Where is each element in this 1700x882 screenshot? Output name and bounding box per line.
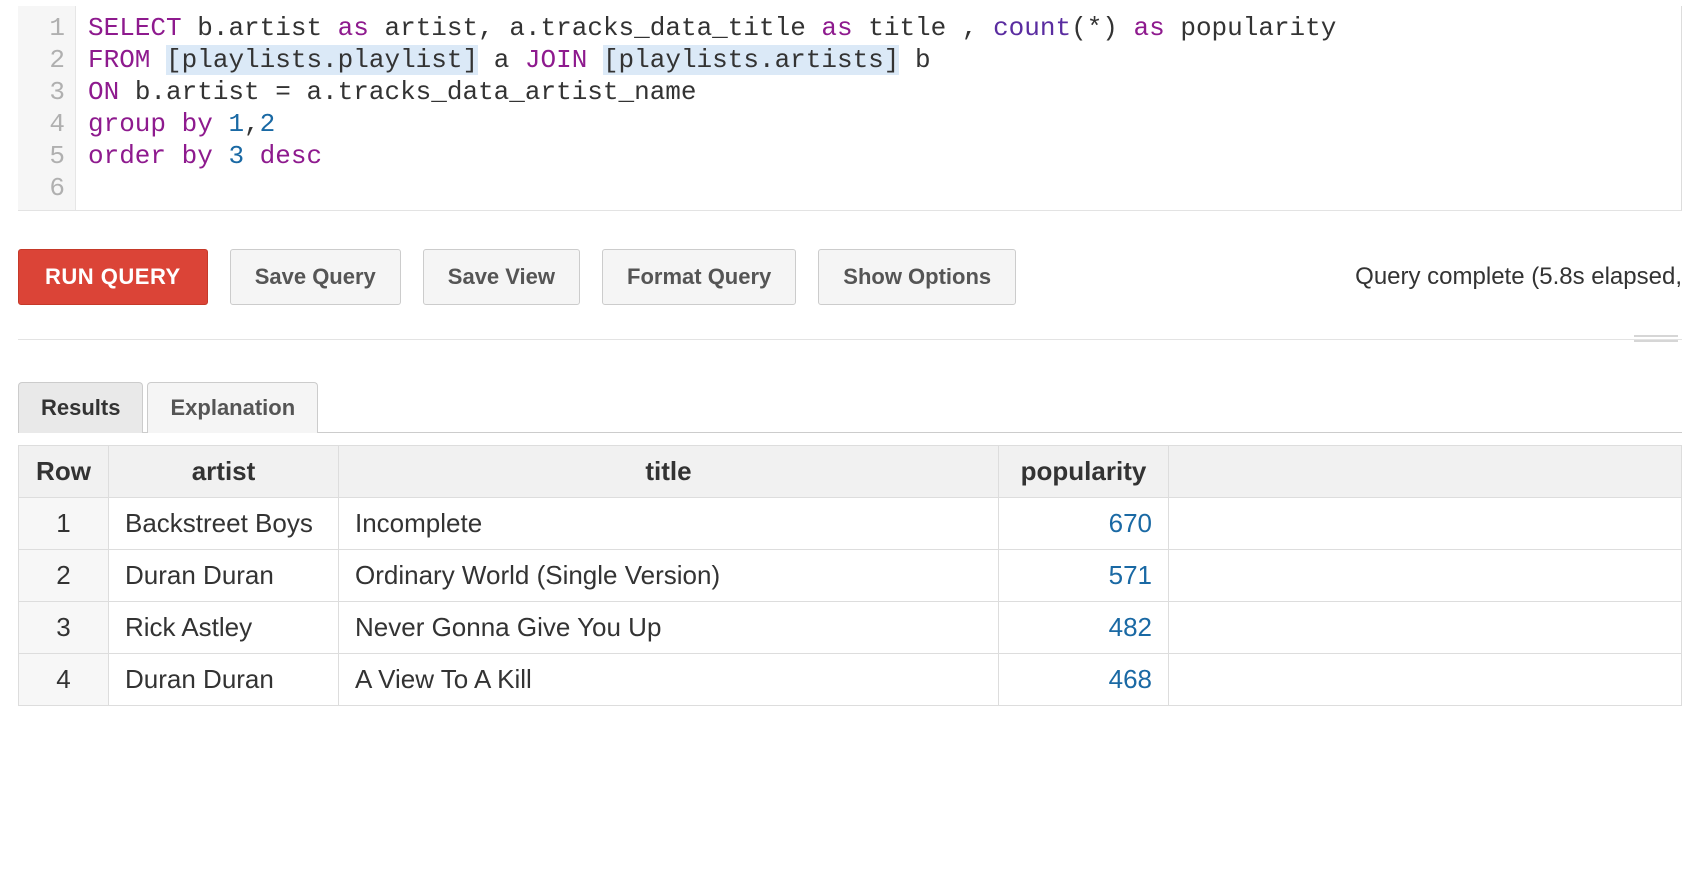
- code-line[interactable]: group by 1,2: [88, 108, 1336, 140]
- run-query-button[interactable]: RUN QUERY: [18, 249, 208, 305]
- cell-blank: [1169, 498, 1682, 550]
- cell-title: Incomplete: [339, 498, 999, 550]
- line-gutter: 123456: [18, 6, 76, 210]
- show-options-button[interactable]: Show Options: [818, 249, 1016, 305]
- table-row: 3 Rick Astley Never Gonna Give You Up 48…: [19, 602, 1682, 654]
- col-row: Row: [19, 446, 109, 498]
- cell-popularity: 571: [999, 550, 1169, 602]
- line-number: 6: [32, 172, 65, 204]
- line-number: 1: [32, 12, 65, 44]
- code-line[interactable]: SELECT b.artist as artist, a.tracks_data…: [88, 12, 1336, 44]
- save-view-button[interactable]: Save View: [423, 249, 580, 305]
- query-status-text: Query complete (5.8s elapsed,: [1355, 263, 1682, 291]
- cell-blank: [1169, 550, 1682, 602]
- line-number: 4: [32, 108, 65, 140]
- save-query-button[interactable]: Save Query: [230, 249, 401, 305]
- cell-title: Never Gonna Give You Up: [339, 602, 999, 654]
- cell-artist: Rick Astley: [109, 602, 339, 654]
- line-number: 2: [32, 44, 65, 76]
- col-title: title: [339, 446, 999, 498]
- table-header-row: Row artist title popularity: [19, 446, 1682, 498]
- cell-title: A View To A Kill: [339, 654, 999, 706]
- tab-explanation[interactable]: Explanation: [147, 382, 318, 433]
- cell-title: Ordinary World (Single Version): [339, 550, 999, 602]
- col-popularity: popularity: [999, 446, 1169, 498]
- line-number: 3: [32, 76, 65, 108]
- cell-blank: [1169, 654, 1682, 706]
- code-line[interactable]: order by 3 desc: [88, 140, 1336, 172]
- results-table: Row artist title popularity 1 Backstreet…: [18, 445, 1682, 706]
- resize-handle-icon[interactable]: [1634, 335, 1678, 345]
- col-artist: artist: [109, 446, 339, 498]
- cell-row: 1: [19, 498, 109, 550]
- code-line[interactable]: ON b.artist = a.tracks_data_artist_name: [88, 76, 1336, 108]
- table-row: 4 Duran Duran A View To A Kill 468: [19, 654, 1682, 706]
- cell-artist: Duran Duran: [109, 654, 339, 706]
- cell-row: 4: [19, 654, 109, 706]
- cell-row: 2: [19, 550, 109, 602]
- table-row: 2 Duran Duran Ordinary World (Single Ver…: [19, 550, 1682, 602]
- line-number: 5: [32, 140, 65, 172]
- cell-popularity: 468: [999, 654, 1169, 706]
- results-tabs: Results Explanation: [18, 382, 1682, 433]
- col-blank: [1169, 446, 1682, 498]
- cell-artist: Backstreet Boys: [109, 498, 339, 550]
- cell-popularity: 670: [999, 498, 1169, 550]
- cell-artist: Duran Duran: [109, 550, 339, 602]
- table-row: 1 Backstreet Boys Incomplete 670: [19, 498, 1682, 550]
- format-query-button[interactable]: Format Query: [602, 249, 796, 305]
- tab-results[interactable]: Results: [18, 382, 143, 433]
- cell-blank: [1169, 602, 1682, 654]
- query-toolbar: RUN QUERY Save Query Save View Format Qu…: [18, 249, 1682, 340]
- sql-code-area[interactable]: SELECT b.artist as artist, a.tracks_data…: [76, 6, 1348, 210]
- code-line[interactable]: FROM [playlists.playlist] a JOIN [playli…: [88, 44, 1336, 76]
- cell-row: 3: [19, 602, 109, 654]
- cell-popularity: 482: [999, 602, 1169, 654]
- sql-editor[interactable]: 123456 SELECT b.artist as artist, a.trac…: [18, 6, 1682, 211]
